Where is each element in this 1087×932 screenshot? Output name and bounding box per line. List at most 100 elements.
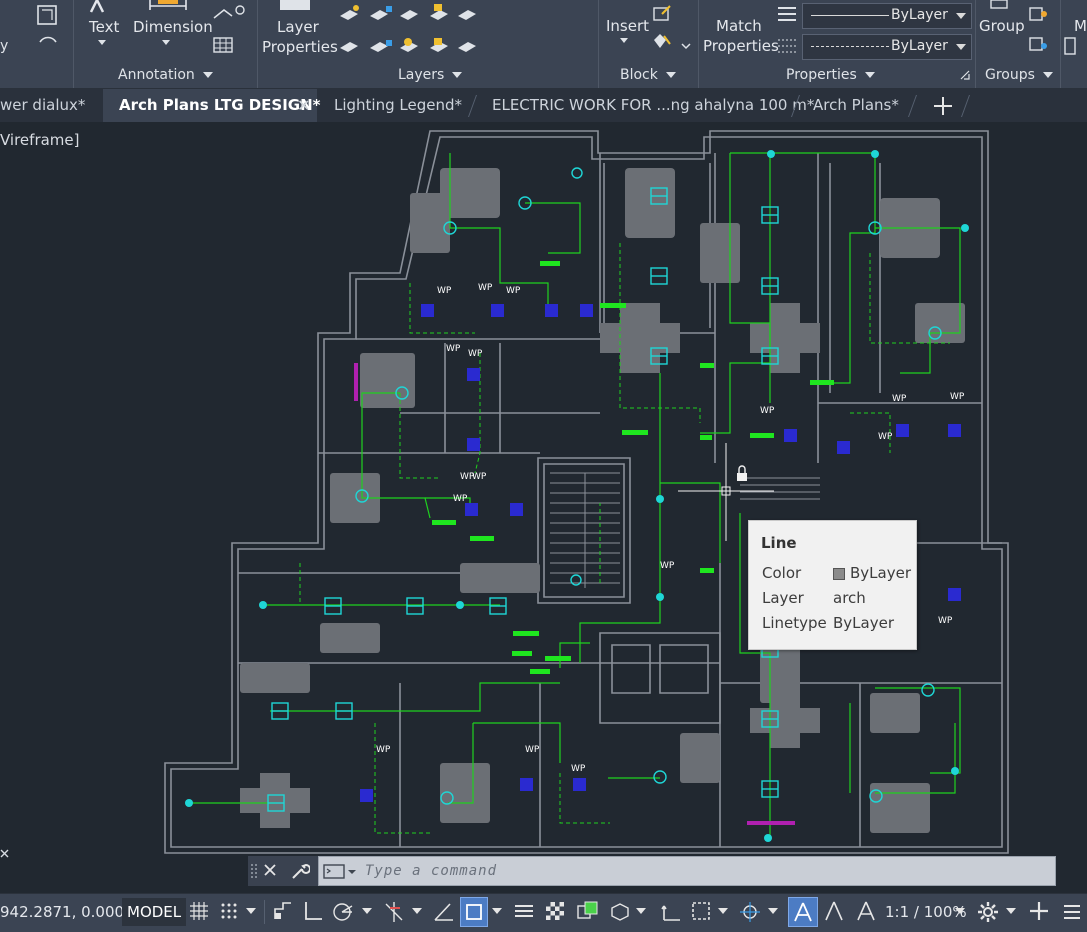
object-tooltip: Line Color ByLayer Layer arch Linetype B… [748,520,917,650]
leader-table-icons[interactable] [212,4,252,56]
tab-arch-plans-ltg-design[interactable]: Arch Plans LTG DESIGN* ✕ [103,89,321,122]
lineweight-icon[interactable] [512,900,536,922]
annotation-monitor-icon[interactable] [854,900,878,922]
tab-lighting-legend[interactable]: Lighting Legend* [334,89,474,122]
text-button[interactable]: Text [89,18,119,36]
panel-groups[interactable]: Groups [985,67,1053,83]
match-properties-label-2[interactable]: Properties [703,37,779,55]
auto-scale-icon[interactable] [822,900,846,922]
status-bar: 942.2871, 0.0000 MODEL 1:1 / 100% [0,893,1087,932]
text-icon[interactable] [88,0,114,14]
lineweight-combo[interactable]: ByLayer [802,34,972,60]
tab-arch-plans[interactable]: Arch Plans* [813,89,913,122]
selection-filter-icon[interactable] [690,900,714,922]
chevron-down-icon[interactable] [492,908,502,916]
osnap-active-toggle[interactable] [460,897,488,927]
close-icon[interactable] [0,848,10,866]
chevron-down-icon[interactable] [768,908,778,916]
isodraft-icon[interactable] [382,900,406,922]
svg-text:WP: WP [472,472,487,482]
layer-properties-label-2[interactable]: Properties [262,38,338,56]
new-tab-plus-icon[interactable] [933,96,953,116]
infer-constraints-icon[interactable] [272,900,294,922]
terminal-icon[interactable] [323,864,357,880]
layer-properties-icon[interactable] [276,0,316,14]
chevron-down-icon[interactable] [718,908,728,916]
color-swatch-icon [833,567,845,580]
ortho-icon[interactable] [302,900,324,922]
object-snap-tracking-icon[interactable] [432,900,456,922]
svg-text:WP: WP [506,286,521,296]
group-tools-icons[interactable] [1028,4,1050,54]
customization-icon[interactable] [1060,900,1084,924]
draw-tools-icon[interactable]: y [0,2,60,60]
tab-electric-work[interactable]: ELECTRIC WORK FOR ...ng ahalyna 100 m* [492,89,814,122]
svg-text:WP: WP [660,561,675,571]
model-space-button[interactable]: MODEL [122,898,187,926]
chevron-down-icon[interactable] [412,908,422,916]
more-panel-label[interactable]: M [1074,17,1087,35]
group-icon[interactable] [985,0,1013,12]
block-tools-icons[interactable] [650,4,692,54]
tooltip-linetype-key: Linetype [762,614,827,632]
gear-icon[interactable] [976,900,1000,924]
tooltip-color-key: Color [762,564,802,582]
dimension-button[interactable]: Dimension [133,18,213,36]
panel-layers[interactable]: Layers [398,67,463,83]
svg-text:y: y [0,38,8,54]
close-icon[interactable]: ✕ [297,89,310,122]
drawing-viewport[interactable]: Vireframe] WP WP WP WP WP WP WP WP WP WP… [0,123,1087,893]
chevron-down-icon[interactable] [362,908,372,916]
osnap-icon [466,904,482,920]
3d-osnap-icon[interactable] [608,900,632,922]
transparency-icon[interactable] [544,900,566,922]
utility-icon[interactable] [1063,36,1077,56]
polar-tracking-icon[interactable] [330,900,354,922]
layer-tools-icons[interactable] [336,2,486,58]
panel-annotation[interactable]: Annotation [118,67,213,83]
svg-text:WP: WP [376,745,391,755]
dynamic-ucs-icon[interactable] [660,900,684,922]
tab-wer-dialux[interactable]: wer dialux* [0,89,100,122]
gizmo-icon[interactable] [738,900,762,922]
command-line: Type a command [248,856,1056,886]
insert-dropdown-arrow[interactable] [620,38,628,43]
layer-properties-label-1[interactable]: Layer [277,18,319,36]
svg-text:WP: WP [468,349,483,359]
panel-block[interactable]: Block [620,67,676,83]
panel-launcher-icon[interactable] [960,70,970,80]
tooltip-layer-value: arch [833,589,866,607]
chevron-down-icon[interactable] [636,908,646,916]
lighting-circuits [190,152,961,838]
command-placeholder: Type a command [365,863,498,879]
dimension-icon[interactable] [148,0,190,14]
chevron-down-icon[interactable] [1006,908,1016,916]
insert-button[interactable]: Insert [606,17,649,35]
dimension-dropdown-arrow[interactable] [162,40,170,45]
downlights [355,167,942,805]
match-properties-label-1[interactable]: Match [716,17,762,35]
panel-properties[interactable]: Properties [786,67,875,83]
wrench-icon[interactable] [290,861,310,881]
floor-plan-drawing[interactable]: WP WP WP WP WP WPWP WPWP WP WP WPWP WPWP WPW… [0,123,1087,893]
selection-cycling-icon[interactable] [576,900,600,922]
group-button[interactable]: Group [979,17,1025,35]
plus-icon[interactable] [1028,900,1050,922]
svg-text:WP: WP [571,764,586,774]
magenta-marks [354,363,795,825]
snap-icon[interactable] [218,900,240,922]
svg-text:WP: WP [938,616,953,626]
command-input[interactable]: Type a command [318,856,1056,886]
svg-text:WP: WP [760,406,775,416]
grid-icon[interactable] [188,900,210,922]
annotation-visibility-toggle[interactable] [788,897,818,927]
tooltip-color-value: ByLayer [833,564,911,582]
grip-icon[interactable] [250,862,258,880]
text-dropdown-arrow[interactable] [98,40,106,45]
chevron-down-icon[interactable] [246,908,256,916]
close-icon[interactable] [263,863,277,877]
lineweight-icons[interactable] [776,4,798,54]
chevron-down-icon[interactable] [955,908,965,916]
cursor-coordinates[interactable]: 942.2871, 0.0000 [0,903,134,921]
linetype-combo[interactable]: ByLayer [802,3,972,29]
